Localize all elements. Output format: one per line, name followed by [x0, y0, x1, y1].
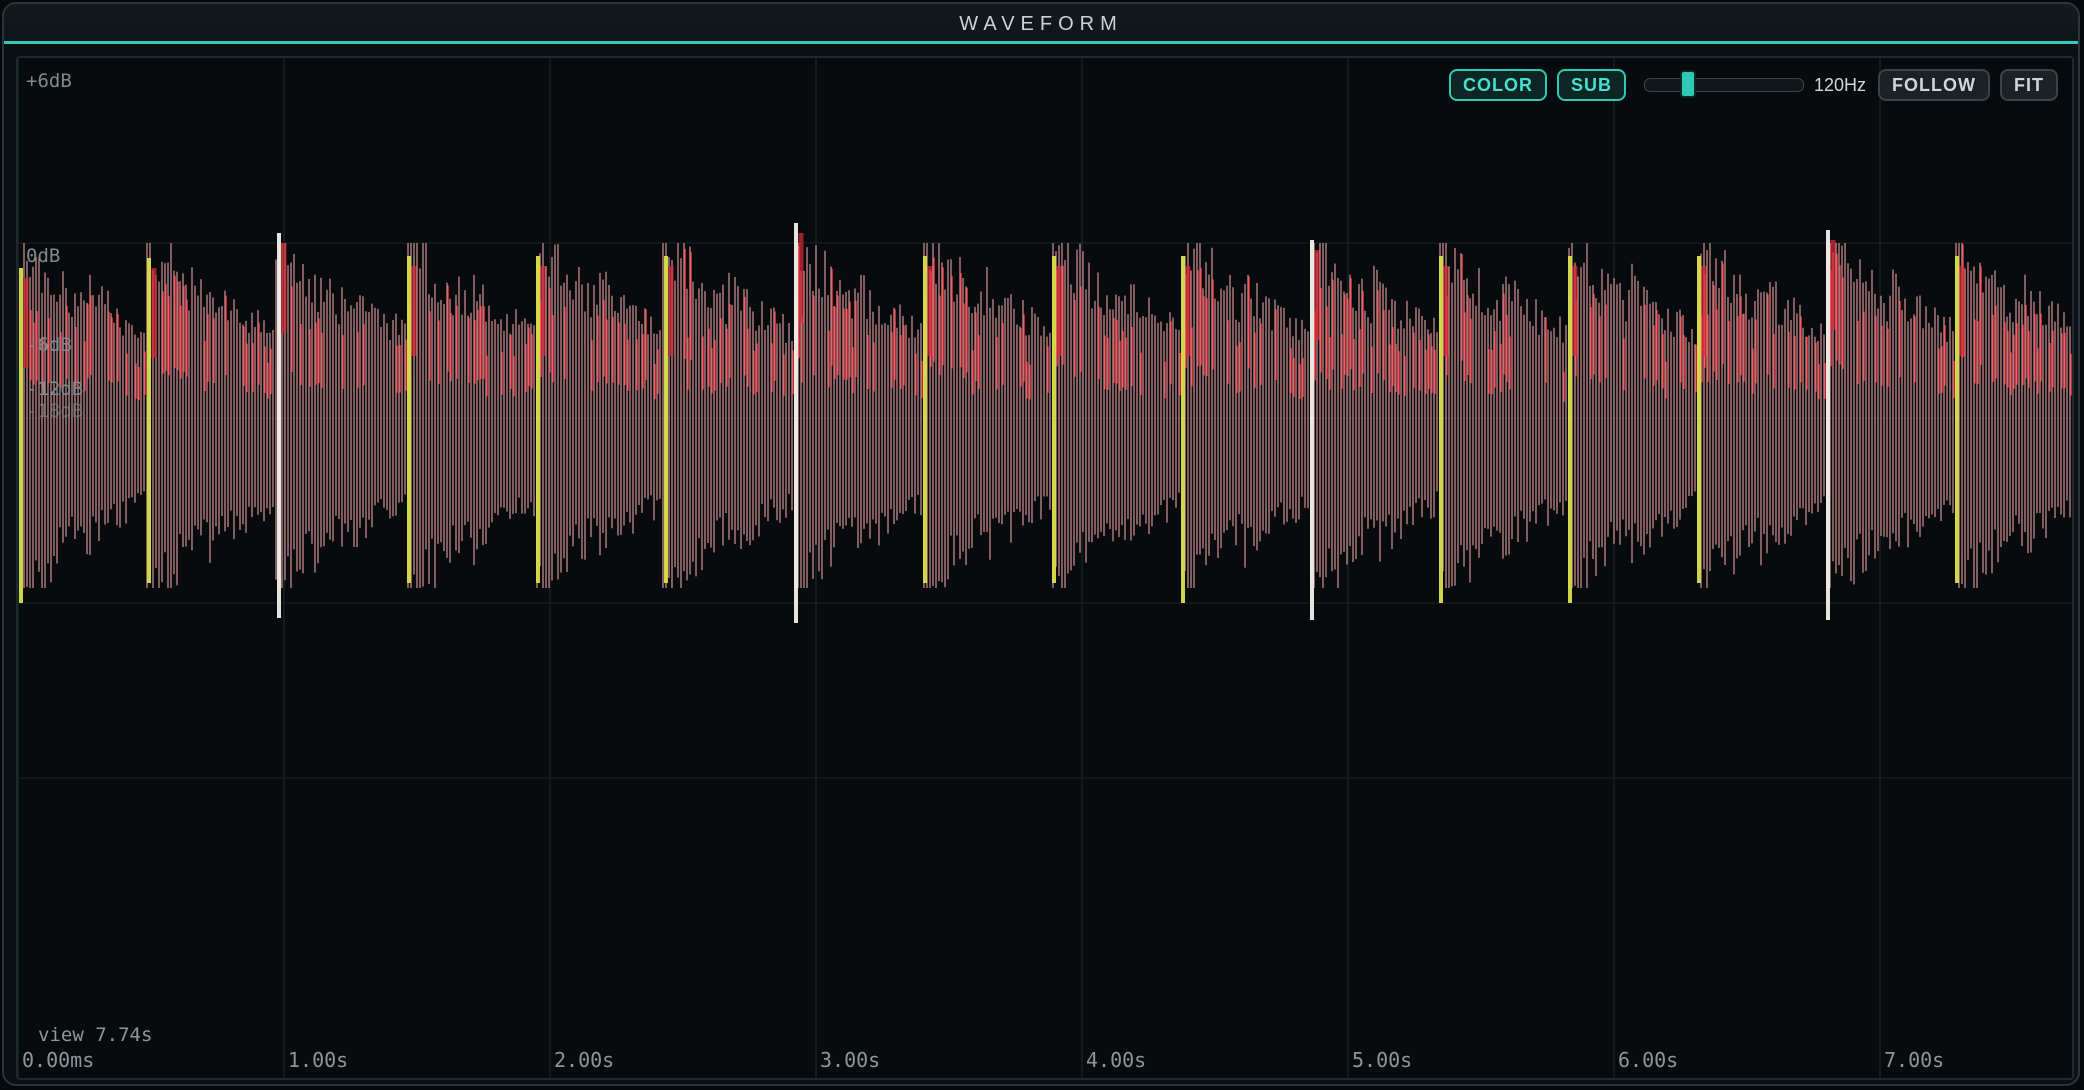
crossover-frequency-label: 120Hz — [1813, 74, 1867, 95]
db-label-plus6: +6dB — [26, 70, 72, 92]
time-label-6: 6.00s — [1618, 1048, 1679, 1072]
time-label-3: 3.00s — [820, 1048, 881, 1072]
time-label-4: 4.00s — [1086, 1048, 1147, 1072]
db-label-minus6: -6dB — [26, 334, 72, 356]
time-label-0: 0.00ms — [22, 1048, 95, 1072]
db-label-0: 0dB — [26, 245, 61, 267]
time-label-7: 7.00s — [1884, 1048, 1945, 1072]
window-title: WAVEFORM — [959, 13, 1123, 35]
db-label-minus12: -12dB — [26, 378, 84, 400]
waveform-window: WAVEFORM +6dB 0dB -6dB -12dB -18dB view … — [2, 2, 2080, 1086]
title-bar: WAVEFORM — [4, 4, 2078, 44]
follow-button[interactable]: FOLLOW — [1878, 69, 1990, 101]
time-label-5: 5.00s — [1352, 1048, 1413, 1072]
crossover-slider-handle[interactable] — [1680, 70, 1697, 98]
fit-button[interactable]: FIT — [2000, 69, 2058, 101]
time-label-2: 2.00s — [554, 1048, 615, 1072]
sub-toggle-button[interactable]: SUB — [1556, 69, 1626, 101]
toolbar: COLOR SUB 120Hz FOLLOW FIT — [1448, 68, 2058, 102]
db-label-minus18: -18dB — [26, 400, 84, 422]
color-toggle-button[interactable]: COLOR — [1448, 69, 1547, 101]
waveform-body — [23, 243, 2071, 588]
crossover-slider[interactable] — [1643, 70, 1804, 98]
waveform-red-band — [30, 244, 2072, 402]
time-label-1: 1.00s — [288, 1048, 349, 1072]
waveform-canvas[interactable] — [18, 58, 2072, 1078]
view-length-label: view 7.74s — [38, 1024, 153, 1046]
waveform-plot[interactable]: +6dB 0dB -6dB -12dB -18dB view 7.74s 0.0… — [16, 56, 2074, 1080]
